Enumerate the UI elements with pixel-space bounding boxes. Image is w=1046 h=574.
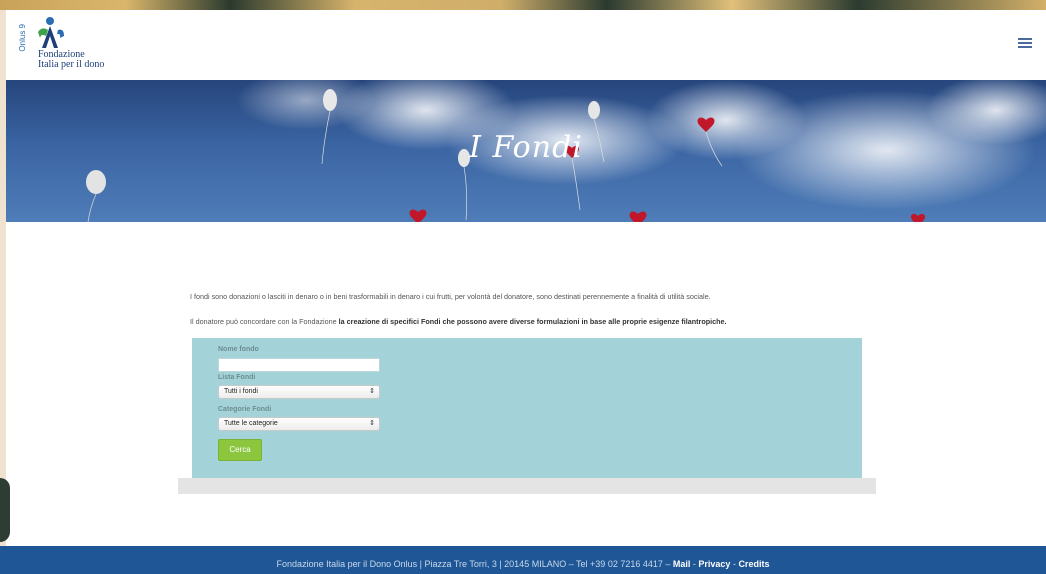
lista-fondi-selected: Tutti i fondi xyxy=(224,388,258,395)
heart-balloon-icon xyxy=(629,211,647,222)
intro-2-bold: la creazione di specifici Fondi che poss… xyxy=(338,317,727,326)
site-logo[interactable]: Onlus 9 Fondazione Italia per il dono xyxy=(18,16,128,76)
cerca-button[interactable]: Cerca xyxy=(218,439,262,461)
site-footer: Fondazione Italia per il Dono Onlus | Pi… xyxy=(0,546,1046,574)
intro-paragraph-2: Il donatore può concordare con la Fondaz… xyxy=(190,317,727,326)
select-arrows-icon: ⇕ xyxy=(369,420,375,427)
site-header: Onlus 9 Fondazione Italia per il dono xyxy=(6,10,1046,80)
fund-search-panel: Nome fondo Lista Fondi Tutti i fondi ⇕ C… xyxy=(192,338,862,478)
categorie-fondi-selected: Tutte le categorie xyxy=(224,420,278,427)
hamburger-menu-icon[interactable] xyxy=(1018,38,1032,48)
footer-privacy-link[interactable]: Privacy xyxy=(698,559,730,569)
nome-fondo-input[interactable] xyxy=(218,358,380,372)
photo-edge-blot xyxy=(0,478,10,542)
search-panel-footer-bar xyxy=(178,478,876,494)
categorie-fondi-label: Categorie Fondi xyxy=(218,406,272,413)
balloon-icon xyxy=(86,170,106,222)
nome-fondo-label: Nome fondo xyxy=(218,346,259,353)
footer-mail-link[interactable]: Mail xyxy=(673,559,691,569)
heart-balloon-icon xyxy=(409,209,427,222)
logo-figure-icon xyxy=(38,17,64,48)
footer-credits-link[interactable]: Credits xyxy=(738,559,769,569)
heart-balloon-icon xyxy=(910,213,926,222)
logo-vertical-text: Onlus 9 xyxy=(18,24,27,52)
page-title: I Fondi xyxy=(469,130,583,165)
select-arrows-icon: ⇕ xyxy=(369,388,375,395)
footer-address: Fondazione Italia per il Dono Onlus | Pi… xyxy=(276,559,673,569)
logo-line-2: Italia per il dono xyxy=(38,59,105,70)
lista-fondi-select[interactable]: Tutti i fondi ⇕ xyxy=(218,385,380,399)
lista-fondi-label: Lista Fondi xyxy=(218,374,256,381)
intro-paragraph-1: I fondi sono donazioni o lasciti in dena… xyxy=(190,292,711,301)
logo-text: Fondazione Italia per il dono xyxy=(38,50,104,70)
categorie-fondi-select[interactable]: Tutte le categorie ⇕ xyxy=(218,417,380,431)
hero-banner: I Fondi xyxy=(6,80,1046,222)
photo-edge-top xyxy=(0,0,1046,10)
intro-2-prefix: Il donatore può concordare con la Fondaz… xyxy=(190,317,339,326)
